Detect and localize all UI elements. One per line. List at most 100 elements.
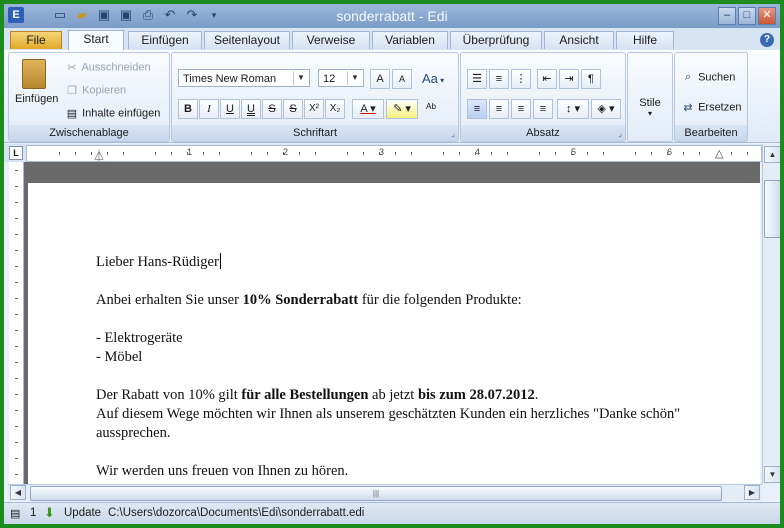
page-number: 1 — [30, 507, 37, 519]
group-clipboard: Einfügen ✂ Ausschneiden ❐ Kopieren ▤ Inh… — [8, 52, 170, 142]
scissors-icon: ✂ — [67, 62, 77, 74]
scroll-left-icon[interactable]: ◀ — [10, 485, 26, 500]
tab-selector[interactable]: L — [9, 146, 23, 160]
close-icon[interactable]: ✕ — [758, 7, 776, 25]
multilevel-list-icon[interactable]: ⋮ — [511, 69, 531, 89]
grow-font-icon[interactable]: A — [370, 69, 390, 89]
paste-content-button[interactable]: ▤ Inhalte einfügen — [65, 107, 161, 120]
tab-help[interactable]: Hilfe — [616, 31, 674, 49]
tab-references[interactable]: Verweise — [292, 31, 370, 49]
tab-insert[interactable]: Einfügen — [128, 31, 202, 49]
vertical-scroll-thumb[interactable] — [764, 180, 780, 238]
increase-indent-icon[interactable]: ⇥ — [559, 69, 579, 89]
window-frame: E ▭ ▰ ▣ ▣ ⎙ ↶ ↷ ▾ sonderrabatt - Edi – □… — [0, 0, 784, 528]
horizontal-scrollbar[interactable]: ◀ ||| ▶ — [8, 484, 762, 501]
styles-button[interactable]: Stile ▾ — [628, 97, 672, 118]
bullet-list-icon[interactable]: ☰ — [467, 69, 487, 89]
ruler-tick — [123, 152, 124, 155]
dialog-launcher-icon[interactable]: ⌟ — [451, 129, 455, 138]
scroll-down-icon[interactable]: ▼ — [764, 466, 780, 483]
clear-format-icon[interactable]: ᴬᵇ — [426, 101, 436, 115]
ruler-tick — [667, 152, 668, 155]
cut-button[interactable]: ✂ Ausschneiden — [65, 61, 151, 74]
minimize-icon[interactable]: – — [718, 7, 736, 25]
app-window: E ▭ ▰ ▣ ▣ ⎙ ↶ ↷ ▾ sonderrabatt - Edi – □… — [4, 4, 780, 524]
font-family-select[interactable]: Times New Roman ▼ — [178, 69, 310, 87]
paragraph-offer[interactable]: Anbei erhalten Sie unser 10% Sonderrabat… — [96, 291, 706, 310]
ribbon: Einfügen ✂ Ausschneiden ❐ Kopieren ▤ Inh… — [4, 50, 780, 143]
ruler-tick — [15, 346, 18, 347]
right-indent-marker[interactable]: △ — [715, 147, 723, 160]
paragraph-thanks[interactable]: Auf diesem Wege möchten wir Ihnen als un… — [96, 405, 706, 443]
update-button[interactable]: Update — [64, 507, 101, 519]
document-text[interactable]: Lieber Hans-Rüdiger Anbei erhalten Sie u… — [96, 253, 706, 481]
decrease-indent-icon[interactable]: ⇤ — [537, 69, 557, 89]
tab-start[interactable]: Start — [68, 30, 124, 50]
change-case-button[interactable]: Aa ▾ — [422, 71, 444, 86]
list-item[interactable]: - Möbel — [96, 348, 706, 367]
underline-icon[interactable]: U — [220, 99, 240, 119]
copy-button[interactable]: ❐ Kopieren — [65, 84, 126, 97]
group-font: Times New Roman ▼ 12 ▼ A A Aa ▾ B I U U … — [171, 52, 459, 142]
file-path: C:\Users\dozorca\Documents\Edi\sonderrab… — [108, 507, 365, 519]
group-styles[interactable]: Stile ▾ — [627, 52, 673, 142]
document-area: Lieber Hans-Rüdiger Anbei erhalten Sie u… — [24, 162, 760, 488]
highlight-color-icon[interactable]: ✎ ▾ — [386, 99, 418, 119]
align-center-icon[interactable]: ≡ — [489, 99, 509, 119]
document-page[interactable]: Lieber Hans-Rüdiger Anbei erhalten Sie u… — [28, 183, 760, 488]
dialog-launcher-icon[interactable]: ⌟ — [618, 129, 622, 138]
strikethrough-icon[interactable]: S — [262, 99, 282, 119]
justify-icon[interactable]: ≡ — [533, 99, 553, 119]
numbered-list-icon[interactable]: ≡ — [489, 69, 509, 89]
scroll-up-icon[interactable]: ▲ — [764, 146, 780, 163]
subscript-icon[interactable]: X₂ — [325, 99, 345, 119]
align-left-icon[interactable]: ≡ — [467, 99, 487, 119]
double-underline-icon[interactable]: U — [241, 99, 261, 119]
tab-variables[interactable]: Variablen — [372, 31, 448, 49]
align-right-icon[interactable]: ≡ — [511, 99, 531, 119]
tab-view[interactable]: Ansicht — [544, 31, 614, 49]
ruler-tick — [603, 152, 604, 155]
superscript-icon[interactable]: X² — [304, 99, 324, 119]
ruler-tick — [379, 152, 380, 155]
paste-icon — [22, 59, 46, 89]
line-spacing-icon[interactable]: ↕ ▾ — [557, 99, 589, 119]
find-button[interactable]: ⌕ Suchen — [681, 71, 735, 84]
font-family-value: Times New Roman — [183, 73, 277, 85]
window-controls: – □ ✕ — [718, 7, 776, 25]
cut-label: Ausschneiden — [81, 61, 151, 74]
shrink-font-icon[interactable]: A — [392, 69, 412, 89]
font-group-label: Schriftart — [172, 125, 458, 141]
list-item[interactable]: - Elektrogeräte — [96, 329, 706, 348]
maximize-icon[interactable]: □ — [738, 7, 756, 25]
page-icon[interactable]: ▤ — [10, 507, 20, 520]
ruler-tick — [15, 474, 18, 475]
tab-layout[interactable]: Seitenlayout — [204, 31, 290, 49]
horizontal-scroll-thumb[interactable]: ||| — [30, 486, 722, 501]
vertical-scrollbar[interactable]: ▲ ▼ — [762, 144, 780, 484]
tab-review[interactable]: Überprüfung — [450, 31, 542, 49]
font-color-icon[interactable]: A ▾ — [352, 99, 384, 119]
paragraph-validity[interactable]: Der Rabatt von 10% gilt für alle Bestell… — [96, 386, 706, 405]
horizontal-ruler[interactable]: ⏃ 1 2 3 4 5 6 △ — [26, 145, 762, 163]
shading-icon[interactable]: ◈ ▾ — [591, 99, 621, 119]
paragraph-closing[interactable]: Wir werden uns freuen von Ihnen zu hören… — [96, 462, 706, 481]
paste-button[interactable]: Einfügen — [15, 59, 58, 105]
chevron-down-icon: ▼ — [347, 71, 362, 85]
font-size-select[interactable]: 12 ▼ — [318, 69, 364, 87]
salutation[interactable]: Lieber Hans-Rüdiger — [96, 253, 706, 272]
update-arrow-icon[interactable]: ⬇ — [44, 505, 55, 521]
bold-icon[interactable]: B — [178, 99, 198, 119]
ruler-tick — [267, 152, 268, 155]
tab-file[interactable]: File — [10, 31, 62, 49]
scroll-right-icon[interactable]: ▶ — [744, 485, 760, 500]
title-bar: E ▭ ▰ ▣ ▣ ⎙ ↶ ↷ ▾ sonderrabatt - Edi – □… — [4, 4, 780, 28]
help-icon[interactable]: ? — [760, 33, 774, 47]
ruler-tick — [203, 152, 204, 155]
italic-icon[interactable]: I — [199, 99, 219, 119]
group-editing: ⌕ Suchen ⇄ Ersetzen Bearbeiten — [674, 52, 748, 142]
ruler-tick — [15, 170, 18, 171]
pilcrow-icon[interactable]: ¶ — [581, 69, 601, 89]
replace-button[interactable]: ⇄ Ersetzen — [681, 101, 741, 114]
double-strikethrough-icon[interactable]: S — [283, 99, 303, 119]
